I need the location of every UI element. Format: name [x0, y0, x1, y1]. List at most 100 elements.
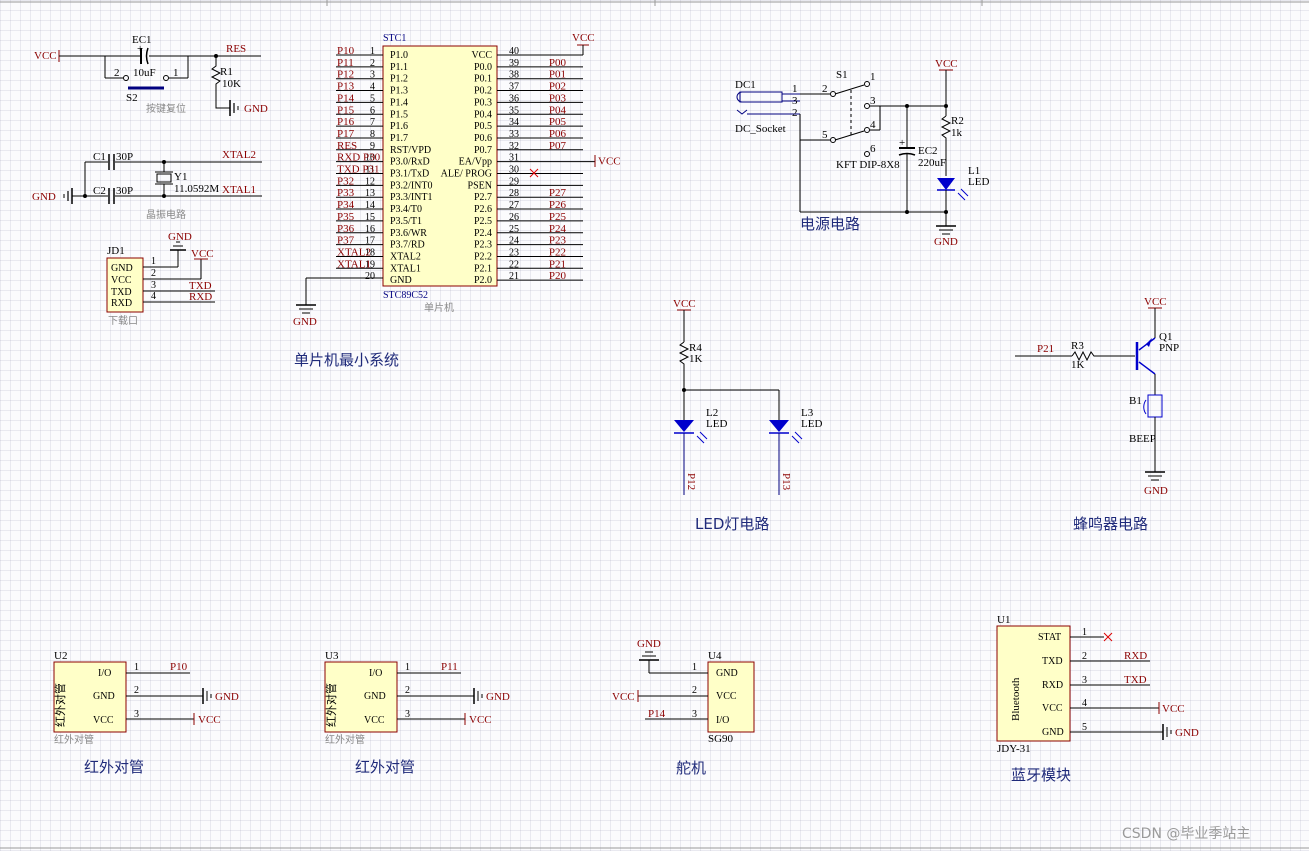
s2-label: S2 [126, 92, 138, 104]
l3-value: LED [801, 418, 822, 430]
mcu-left-pin-name: P1.3 [390, 86, 408, 97]
mcu-comment: 单片机 [424, 301, 454, 314]
u2-gnd-label: GND [215, 691, 239, 703]
mcu-right-net-label: P00 [549, 57, 567, 69]
mcu-left-pin-name: P3.3/INT1 [390, 192, 433, 203]
mcu-right-net-label: P06 [549, 128, 567, 140]
led-title: LED灯电路 [695, 515, 769, 533]
buzzer-title: 蜂鸣器电路 [1073, 515, 1148, 533]
u1-pin4-name: VCC [1042, 703, 1063, 714]
mcu-left-net-label: P37 [337, 235, 355, 247]
c2-value: 30P [116, 185, 133, 197]
mcu-right-net-label: P21 [549, 258, 566, 270]
mcu-right-net-label: P25 [549, 211, 567, 223]
mcu-right-pin-name: P0.2 [474, 86, 492, 97]
u2-pin2-name: GND [93, 691, 115, 702]
mcu-left-net-label: TXD P31 [337, 164, 379, 176]
u1-pin5-name: GND [1042, 727, 1064, 738]
mcu-left-pin-name: P1.2 [390, 74, 408, 85]
mcu-right-pin-name: P0.4 [474, 109, 492, 120]
mcu-vcc-label: VCC [572, 32, 595, 44]
mcu-left-pin-num: 14 [365, 200, 375, 211]
u4-pin2-name: VCC [716, 691, 737, 702]
reset-vcc-label: VCC [34, 50, 57, 62]
u1-pin1-num: 1 [1082, 627, 1087, 638]
r2-value: 1k [951, 127, 963, 139]
mcu-right-pin-num: 24 [509, 236, 519, 247]
mcu-right-pin-name: P0.6 [474, 133, 492, 144]
q1-value: PNP [1159, 342, 1179, 354]
b1-value: BEEP [1129, 433, 1156, 445]
u3-comment: 红外对管 [325, 733, 365, 746]
u1-rxd-label: RXD [1124, 650, 1147, 662]
mcu-left-net-label: RES [337, 140, 357, 152]
mcu-right-net-label: P22 [549, 246, 566, 258]
mcu-right-pin-name: VCC [471, 50, 492, 61]
mcu-right-pin-name: P2.3 [474, 240, 492, 251]
mcu-left-pin-name: P3.7/RD [390, 240, 425, 251]
mcu-right-pin-num: 32 [509, 141, 519, 152]
mcu-right-net-label: P02 [549, 81, 566, 93]
y1-label: Y1 [174, 171, 187, 183]
c2-label: C2 [93, 185, 106, 197]
mcu-left-pin-name: XTAL2 [390, 251, 421, 262]
c1-label: C1 [93, 151, 106, 163]
mcu-right-net-label: P05 [549, 116, 567, 128]
u2-pin1-num: 1 [134, 662, 139, 673]
mcu-left-pin-name: P1.0 [390, 50, 408, 61]
u3-pin2-num: 2 [405, 685, 410, 696]
mcu-left-net-label: P15 [337, 104, 355, 116]
mcu-right-pin-name: P0.0 [474, 62, 492, 73]
ir2-title: 红外对管 [355, 758, 415, 776]
mcu-left-pin-name: P1.1 [390, 62, 408, 73]
bluetooth-u1: U1 Bluetooth STAT TXD RXD VCC GND 1 2 3 … [996, 614, 1199, 755]
mcu-right-net-label: P20 [549, 270, 567, 282]
mcu-left-pin-num: 20 [365, 271, 375, 282]
mcu-right-pin-num: 30 [509, 165, 519, 176]
mcu-right-pin-num: 37 [509, 82, 519, 93]
u3-designator: U3 [325, 650, 339, 662]
mcu-right-net-label: P01 [549, 69, 566, 81]
mcu-left-net-label: P11 [337, 57, 354, 69]
u4-gnd-label: GND [637, 638, 661, 650]
mcu-right-pin-num: 27 [509, 200, 519, 211]
s1-pin-a: 2 [822, 83, 828, 95]
mcu-left-pin-num: 16 [365, 224, 375, 235]
mcu-left-net-label: P34 [337, 199, 355, 211]
u1-pin5-num: 5 [1082, 722, 1087, 733]
s1-pin-c: 3 [870, 95, 876, 107]
r4-value: 1K [689, 353, 703, 365]
reset-circuit: VCC EC1 + 10uF 2 1 S2 按键复位 RES R1 10K GN… [34, 34, 268, 116]
u4-pin3-name: I/O [716, 715, 729, 726]
buzzer-gnd-label: GND [1144, 485, 1168, 497]
mcu-left-net-label: P16 [337, 116, 355, 128]
u1-part: JDY-31 [997, 743, 1031, 755]
svg-text:+: + [137, 43, 143, 55]
buzzer-p21-label: P21 [1037, 343, 1054, 355]
mcu-right-pin-num: 34 [509, 117, 519, 128]
mcu-right-net-label: P23 [549, 235, 567, 247]
u2-pin3-num: 3 [134, 709, 139, 720]
mcu-left-net-label: P12 [337, 69, 354, 81]
mcu-section-title: 单片机最小系统 [294, 351, 399, 369]
mcu-left-pin-num: 8 [370, 129, 375, 140]
mcu-left-pin-num: 5 [370, 93, 375, 104]
dc1-pin2: 2 [792, 107, 798, 119]
mcu-left-pin-name: P1.4 [390, 97, 408, 108]
crystal-circuit: C1 30P C2 30P GND Y1 11.0592M XTAL2 XTAL… [32, 149, 262, 221]
led-p13-label: P13 [780, 473, 792, 491]
s1-pin-f: 6 [870, 143, 876, 155]
mcu-left-pin-name: P3.5/T1 [390, 216, 422, 227]
led-vcc-label: VCC [673, 298, 696, 310]
mcu-right-pin-num: 39 [509, 58, 519, 69]
u1-pin2-name: TXD [1042, 656, 1063, 667]
dc1-pin3: 3 [792, 95, 798, 107]
l2-value: LED [706, 418, 727, 430]
mcu-right-pin-num: 35 [509, 105, 519, 116]
download-port: JD1 GND VCC TXD RXD 1 2 3 4 GND VCC TXD … [106, 231, 215, 327]
u2-p10-label: P10 [170, 661, 188, 673]
u2-comment: 红外对管 [54, 733, 94, 746]
mcu-right-net-label: P26 [549, 199, 567, 211]
mcu-right-pin-name: P2.5 [474, 216, 492, 227]
s1-pin-e: 4 [870, 119, 876, 131]
